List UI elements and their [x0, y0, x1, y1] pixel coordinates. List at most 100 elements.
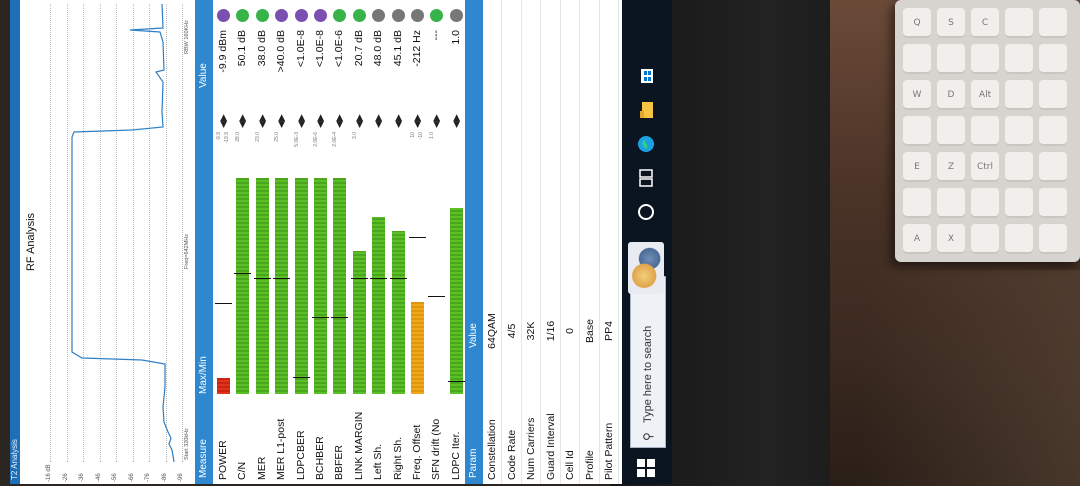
- status-dot-icon: [294, 9, 308, 22]
- limit-high: 25.0: [274, 132, 281, 142]
- measure-table: POWER -9.9 -19.9 ◀▶ -9.9 dBm C/N 28.0 ◀▶ 50.1 dB…: [213, 0, 468, 484]
- center-frequency-label: Freq=642MHz: [184, 233, 190, 269]
- edge-icon[interactable]: [636, 134, 656, 154]
- expand-arrow-icon[interactable]: ◀▶: [213, 114, 234, 128]
- keyboard-key: [937, 116, 965, 146]
- measure-level-track: [253, 164, 271, 394]
- spectrum-y-label: -16 dB: [46, 464, 52, 482]
- store-icon[interactable]: [636, 66, 656, 86]
- limit-high: 1.0: [429, 132, 436, 139]
- measure-level-track: [389, 164, 407, 394]
- measure-level-bar: [314, 177, 327, 394]
- expand-arrow-icon[interactable]: ◀▶: [310, 114, 331, 128]
- expand-arrow-icon[interactable]: ◀▶: [388, 114, 409, 128]
- measure-level-track: [428, 164, 446, 394]
- threshold-marker: [253, 278, 271, 279]
- expand-arrow-icon[interactable]: ◀▶: [407, 114, 428, 128]
- measure-value: -9.9 dBm: [217, 30, 229, 73]
- expand-arrow-icon[interactable]: ◀▶: [252, 114, 273, 128]
- param-value: 64QAM: [486, 313, 498, 349]
- measure-value: <1.0E-8: [314, 30, 326, 68]
- expand-arrow-icon[interactable]: ◀▶: [291, 114, 312, 128]
- search-icon: ⚲: [641, 432, 655, 441]
- measure-label: LINK MARGIN: [352, 411, 365, 480]
- param-value: Base: [583, 319, 596, 343]
- search-highlight-illustration: [628, 242, 664, 294]
- measure-limits: 5.0E-3: [293, 132, 301, 162]
- limit-high: 10: [410, 132, 416, 138]
- status-dot-icon: [430, 9, 444, 22]
- param-label: Guard Interval: [544, 413, 557, 480]
- measure-value: <1.0E-6: [333, 30, 346, 68]
- keyboard-key: [903, 116, 931, 146]
- measure-level-track: [312, 164, 329, 394]
- param-label: Code Rate: [505, 429, 518, 480]
- param-value: 4/5: [505, 323, 518, 339]
- keyboard-key: [903, 188, 931, 218]
- status-dot-icon: [314, 9, 327, 22]
- keyboard-key: [971, 224, 999, 254]
- keyboard-key: [1039, 116, 1067, 146]
- spectrum-y-label: -86: [161, 473, 168, 482]
- param-row: Pilot Pattern PP4: [600, 0, 619, 484]
- status-dot-icon: [372, 9, 386, 22]
- keyboard-key: [937, 44, 965, 74]
- expand-arrow-icon[interactable]: ◀▶: [232, 114, 253, 128]
- search-placeholder: Type here to search: [642, 325, 654, 423]
- measure-label: BBFER: [333, 444, 346, 480]
- measure-label: Right Sh.: [391, 436, 404, 480]
- measure-label: LDPCBER: [294, 430, 307, 480]
- param-value: 0: [564, 328, 576, 334]
- expand-arrow-icon[interactable]: ◀▶: [426, 114, 447, 128]
- measure-level-bar: [372, 216, 386, 394]
- threshold-marker: [447, 381, 465, 383]
- keyboard-key: [903, 44, 931, 74]
- keyboard: Q W E A S D Z X C Alt Ctrl: [895, 0, 1080, 262]
- cortana-icon[interactable]: [636, 202, 656, 222]
- desk-reflection: [860, 270, 1080, 486]
- task-view-icon[interactable]: [636, 168, 656, 188]
- keyboard-key: [971, 116, 999, 146]
- limit-high: 5.0E-3: [293, 132, 300, 147]
- keyboard-key: A: [903, 224, 931, 254]
- measure-level-bar: [449, 207, 463, 394]
- threshold-marker: [312, 317, 329, 319]
- measure-value: 45.1 dB: [391, 30, 404, 67]
- measure-limits: 28.0: [234, 132, 242, 162]
- taskbar-search-box[interactable]: ⚲ Type here to search: [630, 276, 666, 448]
- measure-limits: 1.0: [428, 132, 436, 162]
- param-table-header: Param Value: [465, 0, 483, 484]
- measure-value: ---: [430, 30, 443, 41]
- measure-level-track: [234, 164, 252, 394]
- param-column-header: Param: [468, 448, 479, 478]
- param-label: Constellation: [486, 419, 498, 480]
- param-row: Profile Base: [580, 0, 600, 484]
- file-explorer-icon[interactable]: [636, 100, 656, 120]
- expand-arrow-icon[interactable]: ◀▶: [368, 114, 389, 128]
- keyboard-key: Ctrl: [971, 152, 999, 182]
- spectrum-y-label: -76: [145, 473, 151, 482]
- measure-level-bar: [217, 377, 230, 394]
- measure-value: 1.0: [449, 30, 462, 45]
- keyboard-key: [971, 44, 999, 74]
- expand-arrow-icon[interactable]: ◀▶: [271, 114, 292, 128]
- threshold-marker: [350, 278, 368, 279]
- status-dot-icon: [411, 9, 424, 22]
- measure-value: >40.0 dB: [275, 30, 288, 73]
- status-dot-icon: [217, 9, 230, 22]
- windows-start-icon[interactable]: [636, 458, 656, 478]
- expand-arrow-icon[interactable]: ◀▶: [349, 114, 370, 128]
- limit-low: -10: [418, 132, 424, 140]
- status-dot-icon: [352, 9, 366, 22]
- expand-arrow-icon[interactable]: ◀▶: [329, 114, 350, 128]
- measure-level-track: [273, 164, 291, 394]
- measure-level-bar: [391, 230, 405, 394]
- threshold-marker: [331, 317, 349, 319]
- measure-column-header: Measure: [198, 439, 209, 478]
- window-title: T2 Analysis: [10, 0, 20, 484]
- measure-label: C/N: [236, 461, 249, 480]
- param-label: Profile: [583, 450, 596, 480]
- measure-level-bar: [411, 302, 424, 394]
- expand-arrow-icon[interactable]: ◀▶: [446, 114, 467, 128]
- limit-high: 3.0: [351, 132, 358, 139]
